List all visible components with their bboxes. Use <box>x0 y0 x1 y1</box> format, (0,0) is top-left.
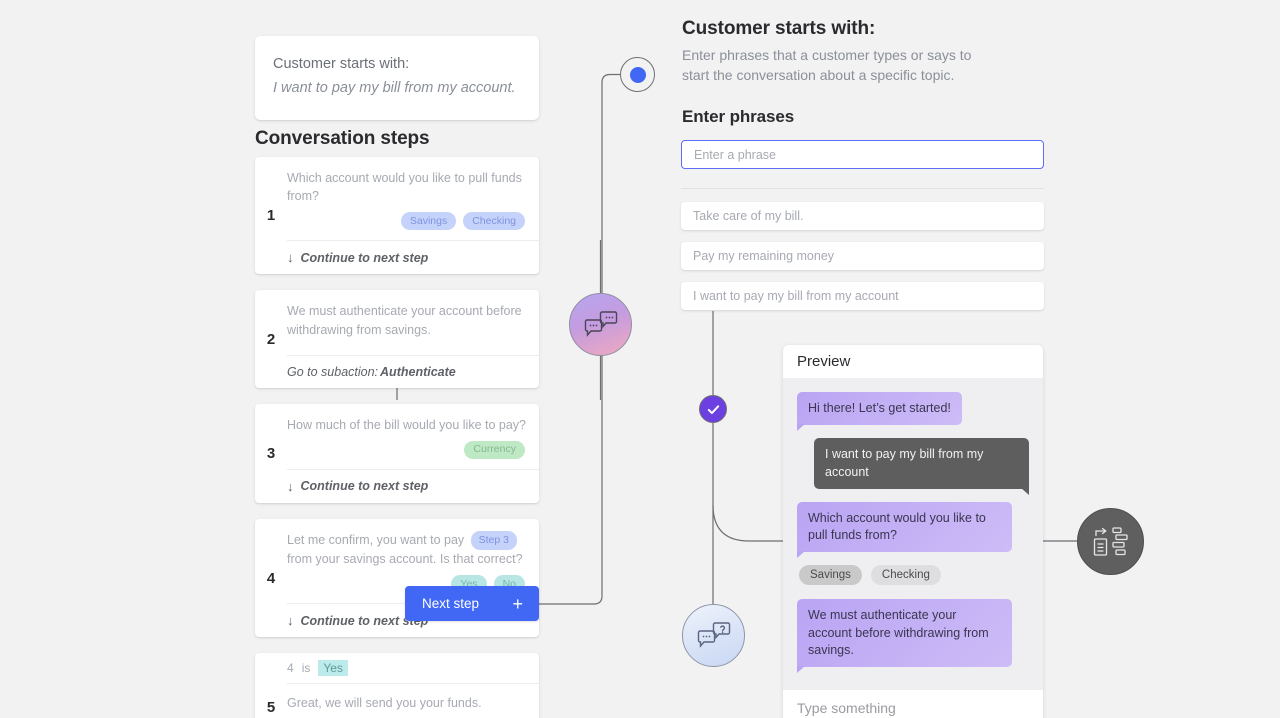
panel-divider <box>681 188 1044 189</box>
phrase-list: Take care of my bill. Pay my remaining m… <box>681 202 1044 322</box>
preview-title: Preview <box>797 353 851 371</box>
list-item[interactable]: Take care of my bill. <box>681 202 1044 230</box>
condition-operator: is <box>301 661 311 676</box>
step-card-3[interactable]: 3 How much of the bill would you like to… <box>255 403 539 503</box>
step-number: 5 <box>266 699 276 717</box>
phrase-input[interactable] <box>681 140 1044 169</box>
arrow-down-icon: ↓ <box>287 250 294 266</box>
step-footer[interactable]: ↓ Continue to next step <box>287 240 539 274</box>
conversation-node[interactable] <box>569 293 632 356</box>
flow-diagram-icon <box>1093 526 1128 556</box>
phrase-text: Take care of my bill. <box>693 209 804 223</box>
chip-checking[interactable]: Checking <box>463 212 525 231</box>
enter-phrases-heading: Enter phrases <box>682 107 795 126</box>
step-number: 1 <box>266 207 276 225</box>
step-card-2[interactable]: 2 We must authenticate your account befo… <box>255 290 539 388</box>
list-item[interactable]: I want to pay my bill from my account <box>681 282 1044 310</box>
right-panel-description: Enter phrases that a customer types or s… <box>682 47 972 83</box>
chat-bubble-bot: Hi there! Let’s get started! <box>797 392 962 432</box>
next-step-label: Next step <box>422 596 480 611</box>
step-text: Great, we will send you your funds. <box>287 696 482 711</box>
quick-reply-savings[interactable]: Savings <box>799 565 862 586</box>
chip-currency[interactable]: Currency <box>464 440 525 459</box>
start-card-label: Customer starts with: <box>273 56 410 72</box>
step-text: Let me confirm, you want to pay Step 3 f… <box>287 530 527 568</box>
arrow-down-icon: ↓ <box>287 478 294 494</box>
preview-header: Preview <box>783 345 1043 379</box>
step-text-part-a: Let me confirm, you want to pay <box>287 532 468 547</box>
condition-value: Yes <box>318 660 348 677</box>
step-chips: Savings Checking <box>287 212 527 231</box>
next-step-button[interactable]: Next step + <box>405 586 539 621</box>
right-panel-title: Customer starts with: <box>682 18 876 39</box>
step-text: Which account would you like to pull fun… <box>287 171 522 204</box>
chat-question-icon <box>697 621 730 648</box>
chat-bubble-bot: Which account would you like to pull fun… <box>797 501 1012 558</box>
customer-starts-with-card[interactable]: Customer starts with: I want to pay my b… <box>255 36 539 120</box>
step-footer-label: Continue to next step <box>300 250 429 265</box>
chat-bubbles-icon <box>584 310 617 337</box>
step-text: We must authenticate your account before… <box>287 304 522 337</box>
composer-placeholder: Type something <box>797 699 896 716</box>
chip-step-3-ref[interactable]: Step 3 <box>470 530 517 551</box>
step-footer[interactable]: Go to subaction: Authenticate <box>287 354 539 388</box>
subaction-prefix: Go to subaction: <box>287 364 379 379</box>
list-item[interactable]: Pay my remaining money <box>681 242 1044 270</box>
question-node[interactable] <box>682 604 745 667</box>
step-number: 2 <box>266 330 276 348</box>
preview-conversation: Hi there! Let’s get started! I want to p… <box>783 378 1043 690</box>
subaction-target: Authenticate <box>380 364 456 379</box>
phrase-text: Pay my remaining money <box>693 249 835 263</box>
preview-panel: Preview Hi there! Let’s get started! I w… <box>783 345 1043 718</box>
canvas: Customer starts with: I want to pay my b… <box>0 0 1280 718</box>
step-card-1[interactable]: 1 Which account would you like to pull f… <box>255 157 539 275</box>
phrase-text: I want to pay my bill from my account <box>693 289 899 303</box>
step-footer[interactable]: ↓ Continue to next step <box>287 468 539 503</box>
connector-lines <box>396 73 1077 605</box>
check-icon <box>707 404 719 414</box>
arrow-down-icon: ↓ <box>287 613 294 629</box>
step-condition-row[interactable]: 4 is Yes <box>287 653 539 685</box>
step-footer-label: Continue to next step <box>300 479 429 494</box>
step-number: 4 <box>266 569 276 587</box>
start-card-phrase: I want to pay my bill from my account. <box>273 79 516 96</box>
quick-reply-checking[interactable]: Checking <box>870 565 941 586</box>
chat-bubble-bot: We must authenticate your account before… <box>797 599 1012 673</box>
step-card-5[interactable]: 5 4 is Yes Great, we will send you your … <box>255 653 539 718</box>
step-number: 3 <box>266 444 276 462</box>
preview-composer[interactable]: Type something <box>783 690 1043 718</box>
plus-icon: + <box>512 593 523 614</box>
flow-node[interactable] <box>1077 508 1144 575</box>
conversation-steps-title: Conversation steps <box>255 128 430 149</box>
condition-step-ref: 4 <box>287 661 294 676</box>
quick-reply-group: Savings Checking <box>799 565 1029 586</box>
step-text-part-b: from your savings account. Is that corre… <box>287 552 523 567</box>
start-node[interactable] <box>620 57 655 92</box>
chip-savings[interactable]: Savings <box>400 212 457 231</box>
conversation-steps-list: 1 Which account would you like to pull f… <box>255 157 539 718</box>
circle-dot-icon <box>629 66 646 83</box>
chat-bubble-user: I want to pay my bill from my account <box>814 438 1029 495</box>
step-text: How much of the bill would you like to p… <box>287 417 527 432</box>
check-node[interactable] <box>699 395 727 423</box>
step-chips: Currency <box>287 440 527 459</box>
